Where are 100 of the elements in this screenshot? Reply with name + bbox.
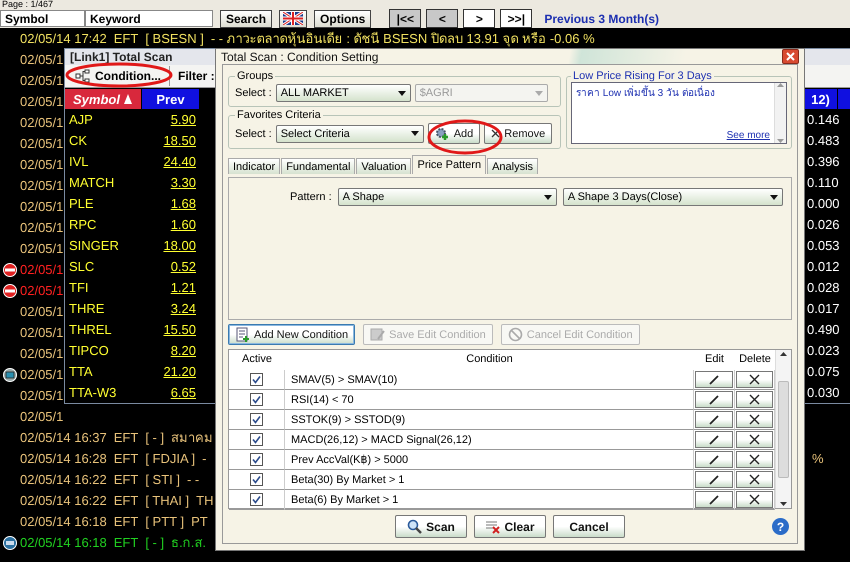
add-button[interactable]: Add (428, 123, 480, 144)
news-headline[interactable]: - - ภาวะตลาดหุ้นอินเดีย : ดัชนี BSESN ปิดลบ 13.91 จุด หรือ -0.06 % (210, 28, 595, 49)
news-headline[interactable]: - - (186, 472, 200, 487)
tab[interactable]: Fundamental (281, 158, 356, 174)
checkbox[interactable] (250, 493, 263, 506)
news-datetime: 02/05/14 16:28 (20, 451, 107, 466)
x-icon (749, 474, 760, 485)
news-headline[interactable]: PT (191, 514, 208, 529)
edit-button[interactable] (695, 371, 733, 388)
group-label: Favorites Criteria (236, 109, 322, 121)
delete-button[interactable] (736, 371, 773, 388)
tab[interactable]: Price Pattern (412, 155, 486, 174)
edit-button[interactable] (695, 451, 733, 468)
edit-button[interactable] (695, 391, 733, 408)
checkbox[interactable] (250, 393, 263, 406)
pattern-variant-dropdown[interactable]: A Shape 3 Days(Close) (562, 188, 783, 206)
checkbox[interactable] (250, 373, 263, 386)
news-tag: [ PTT ] (145, 514, 184, 529)
news-datetime: 02/05/1 (20, 94, 64, 109)
pattern-label: Pattern : (289, 191, 332, 203)
action-button[interactable]: Add New Condition (228, 324, 356, 345)
scrollbar[interactable] (775, 350, 791, 508)
table-cell: SMAV(5) > SMAV(10) (285, 370, 694, 390)
news-datetime: 02/05/1 (20, 283, 64, 298)
delete-button[interactable] (736, 391, 773, 408)
dialog-button[interactable]: Cancel (553, 515, 625, 538)
toolbar-button[interactable]: Options (314, 10, 372, 28)
delete-button[interactable] (736, 491, 773, 508)
help-button[interactable]: ? (772, 518, 789, 535)
edit-button[interactable] (695, 471, 733, 488)
news-source: EFT (114, 535, 138, 550)
tab[interactable]: Indicator (228, 158, 280, 174)
news-datetime: 02/05/1 (20, 409, 64, 424)
column-header[interactable]: 12) (804, 89, 838, 109)
condition-button[interactable]: Condition... (65, 66, 170, 86)
delete-button[interactable] (736, 431, 773, 448)
table-cell-text: 0.026 (806, 216, 838, 234)
sort-ascending-icon (122, 93, 133, 105)
table-cell-text: 18.00 (162, 237, 197, 255)
close-button[interactable] (782, 49, 799, 64)
news-badge-icon (2, 536, 18, 550)
dialog-button[interactable]: Clear (474, 515, 546, 538)
check-icon (252, 455, 261, 464)
keyword-field[interactable]: Keyword (85, 10, 213, 27)
language-button[interactable] (279, 10, 308, 28)
period-link[interactable]: Previous 3 Month(s) (544, 12, 660, 26)
table-cell-text: 0.030 (806, 384, 838, 402)
column-header[interactable]: Prev (142, 89, 200, 109)
criteria-dropdown[interactable]: Select Criteria (276, 124, 424, 142)
news-headline[interactable]: สมาคม (171, 427, 214, 448)
tab[interactable]: Valuation (356, 158, 412, 174)
symbol-field[interactable]: Symbol (0, 10, 85, 27)
column-header[interactable]: Symbol (65, 89, 142, 109)
nav-button[interactable]: > (463, 9, 496, 28)
news-datetime: 02/05/14 16:22 (20, 493, 107, 508)
scroll-down-icon (777, 139, 784, 143)
x-icon (749, 374, 760, 385)
scroll-down-icon (780, 502, 787, 506)
pattern-dropdown[interactable]: A Shape (338, 188, 557, 206)
toolbar-button[interactable]: Search (220, 10, 272, 28)
news-datetime: 02/05/1 (20, 199, 64, 214)
table-cell-text: 3.24 (170, 300, 197, 318)
page-label: Page : 1/467 (1, 0, 54, 9)
edit-button[interactable] (695, 411, 733, 428)
disk-pencil-icon (370, 327, 386, 342)
nav-button[interactable]: >>| (500, 9, 532, 28)
table-cell-text: 0.52 (170, 258, 197, 276)
table-cell-text: TTA-W3 (68, 384, 118, 402)
news-headline[interactable]: TH (196, 493, 214, 508)
news-tag: [ BSESN ] (145, 31, 204, 46)
market-dropdown[interactable]: ALL MARKET (276, 84, 411, 102)
dropdown-arrow-icon (544, 194, 552, 200)
table-cell-text: PLE (68, 195, 95, 213)
table-cell-text: 0.110 (806, 174, 838, 192)
table-cell-text: THRE (68, 300, 106, 318)
scrollbar[interactable] (774, 83, 786, 143)
news-source: EFT (114, 514, 138, 529)
dialog-button[interactable]: Scan (395, 515, 467, 538)
table-cell-text: 0.483 (806, 132, 838, 150)
news-tag: [ - ] (145, 535, 164, 550)
delete-button[interactable] (736, 451, 773, 468)
checkbox[interactable] (250, 413, 263, 426)
news-datetime: 02/05/14 16:18 (20, 514, 107, 529)
edit-button[interactable] (695, 491, 733, 508)
news-tag: [ FDJIA ] (145, 451, 196, 466)
table-cell-text: MATCH (68, 174, 116, 192)
dropdown-arrow-icon (770, 194, 778, 200)
delete-button[interactable] (736, 471, 773, 488)
description-box[interactable]: ราคา Low เพิ่มขึ้น 3 วัน ต่อเนื่อง See more (571, 82, 787, 144)
table-cell-text: RPC (68, 216, 98, 234)
delete-button[interactable] (736, 411, 773, 428)
see-more-link[interactable]: See more (726, 130, 770, 141)
tab[interactable]: Analysis (487, 158, 538, 174)
edit-button[interactable] (695, 431, 733, 448)
checkbox[interactable] (250, 433, 263, 446)
checkbox[interactable] (250, 473, 263, 486)
news-headline[interactable]: - (202, 451, 206, 466)
remove-button[interactable]: Remove (484, 123, 552, 144)
checkbox[interactable] (250, 453, 263, 466)
news-headline[interactable]: ธ.ก.ส. (171, 532, 206, 553)
